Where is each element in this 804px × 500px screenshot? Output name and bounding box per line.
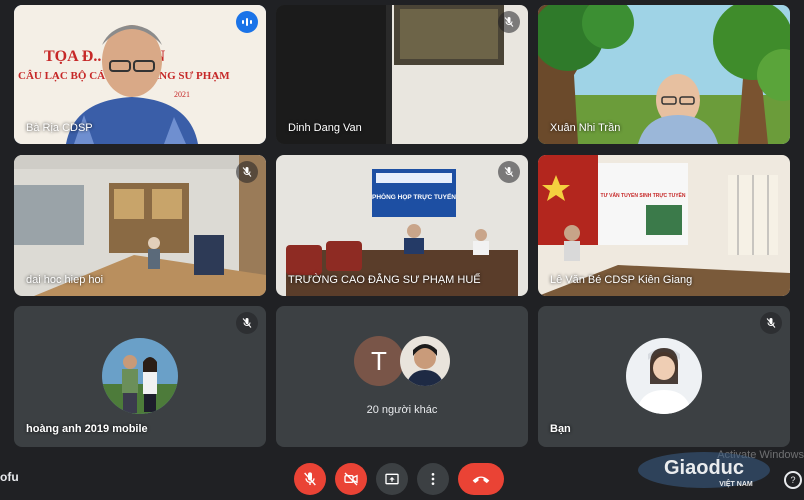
participant-tile-ba-ria[interactable]: TỌA Đ... TUYẾN CÂU LẠC BỘ CÁ... CAO ĐẲNG… xyxy=(14,5,266,144)
banner-year: 2021 xyxy=(174,90,190,99)
camera-toggle-button[interactable] xyxy=(335,463,367,495)
mic-muted-icon xyxy=(760,312,782,334)
participant-name: Dinh Dang Van xyxy=(288,122,362,134)
mic-muted-icon xyxy=(236,312,258,334)
participant-name: Xuân Nhi Trần xyxy=(550,122,621,134)
more-vert-icon xyxy=(431,473,435,485)
present-screen-button[interactable] xyxy=(376,463,408,495)
avatar xyxy=(626,338,702,414)
participant-name: Lê Văn Bé CDSP Kiên Giang xyxy=(550,274,693,286)
call-end-icon xyxy=(472,476,490,484)
participant-tile-self[interactable]: Bạn xyxy=(538,306,790,447)
participant-name: Bà Rịa CDSP xyxy=(26,122,93,134)
mic-muted-icon xyxy=(236,161,258,183)
participant-name: hoàng anh 2019 mobile xyxy=(26,423,148,435)
participant-name: Bạn xyxy=(550,423,571,435)
board-text: TƯ VẤN TUYỂN SINH TRỰC TUYẾN xyxy=(601,192,686,199)
participant-name: TRƯỜNG CAO ĐẲNG SƯ PHẠM HUẾ xyxy=(288,274,481,286)
mic-muted-icon xyxy=(498,11,520,33)
avatar-initial-letter: T xyxy=(371,345,387,376)
participant-tile-others[interactable]: T 20 người khác xyxy=(276,306,528,447)
meeting-code: ofu xyxy=(0,470,19,484)
camera-off-icon xyxy=(344,472,358,486)
mic-toggle-button[interactable] xyxy=(294,463,326,495)
svg-text:VIỆT NAM: VIỆT NAM xyxy=(719,479,753,488)
participant-tile-le-van-be[interactable]: TƯ VẤN TUYỂN SINH TRỰC TUYẾN Lê Văn Bé C… xyxy=(538,155,790,296)
present-screen-icon xyxy=(385,473,399,485)
giaoduc-logo: Giaoduc VIỆT NAM xyxy=(636,450,786,490)
help-icon[interactable]: ? xyxy=(784,471,802,489)
leave-call-button[interactable] xyxy=(458,463,504,495)
mic-off-icon xyxy=(304,472,316,486)
avatar-initial: T xyxy=(354,336,404,386)
participant-name: dai hoc hiep hoi xyxy=(26,274,104,286)
avatar xyxy=(102,338,178,414)
others-count-label: 20 người khác xyxy=(366,404,438,416)
mic-muted-icon xyxy=(498,161,520,183)
participant-tile-cdsp-hue[interactable]: PHÒNG HỌP TRỰC TUYẾN TRƯỜNG CAO ĐẲNG SƯ … xyxy=(276,155,528,296)
speaking-indicator-icon xyxy=(236,11,258,33)
more-options-button[interactable] xyxy=(417,463,449,495)
participant-tile-dai-hoc-hiep-hoi[interactable]: dai hoc hiep hoi xyxy=(14,155,266,296)
svg-text:Giaoduc: Giaoduc xyxy=(664,457,744,479)
avatar xyxy=(400,336,450,386)
participant-tile-hoang-anh[interactable]: hoàng anh 2019 mobile xyxy=(14,306,266,447)
participant-tile-dinh-dang-van[interactable]: Dinh Dang Van xyxy=(276,5,528,144)
participant-tile-xuan-nhi-tran[interactable]: Xuân Nhi Trần xyxy=(538,5,790,144)
